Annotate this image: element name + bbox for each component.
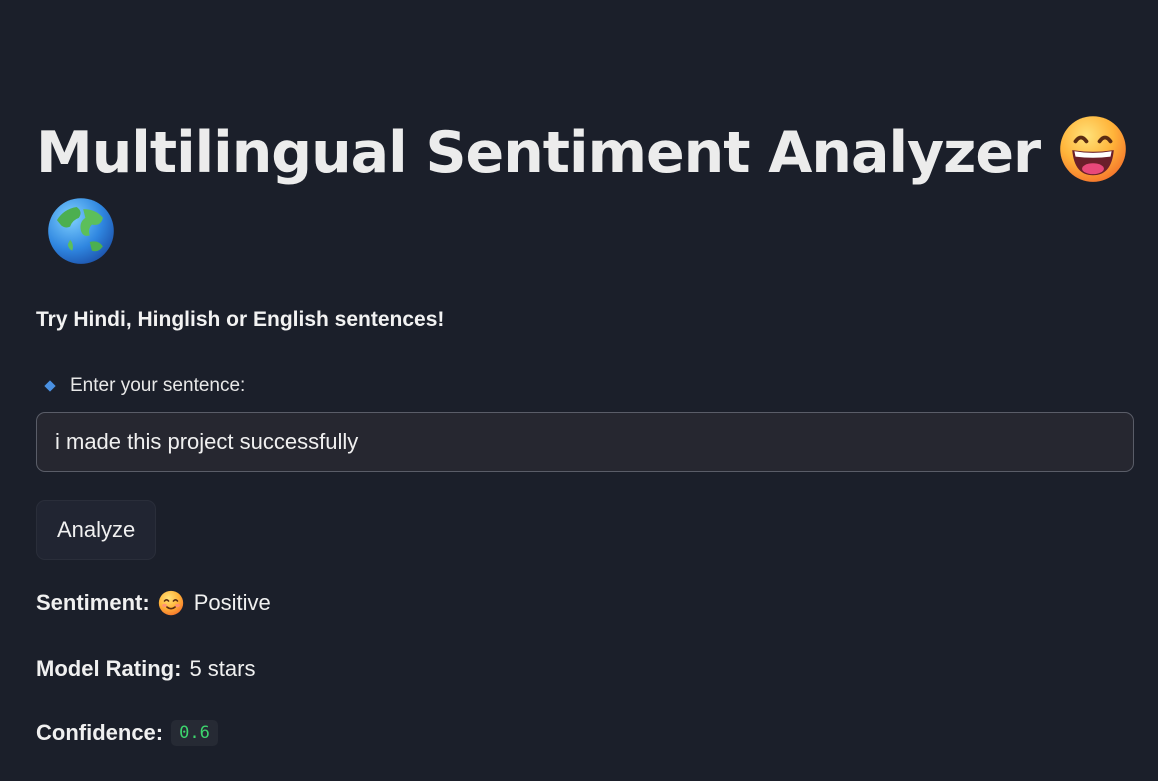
input-label-row: Enter your sentence: xyxy=(36,375,245,397)
page-title: Multilingual Sentiment Analyzer xyxy=(36,112,1136,266)
rating-label: Model Rating: xyxy=(36,656,182,681)
confidence-row: Confidence: 0.6 xyxy=(36,720,218,746)
smiling-face-icon xyxy=(158,590,183,616)
analyze-button[interactable]: Analyze xyxy=(36,500,157,560)
rating-value: 5 stars xyxy=(189,656,256,681)
globe-asia-icon xyxy=(48,198,114,264)
confidence-label: Confidence: xyxy=(36,720,164,745)
grinning-face-icon xyxy=(1060,116,1126,182)
sentiment-row: Sentiment: Positive xyxy=(36,590,271,616)
sentiment-label: Sentiment: xyxy=(36,590,150,615)
sentence-input[interactable] xyxy=(36,412,1134,472)
sentiment-value: Positive xyxy=(193,590,271,615)
subtitle: Try Hindi, Hinglish or English sentences… xyxy=(36,308,445,331)
rating-row: Model Rating: 5 stars xyxy=(36,656,255,682)
blue-diamond-icon xyxy=(44,380,56,392)
confidence-value: 0.6 xyxy=(171,720,218,746)
app-root: Multilingual Sentiment Analyzer Try Hind… xyxy=(0,0,1158,781)
page-title-text: Multilingual Sentiment Analyzer xyxy=(36,120,1041,186)
input-label: Enter your sentence: xyxy=(70,375,246,396)
